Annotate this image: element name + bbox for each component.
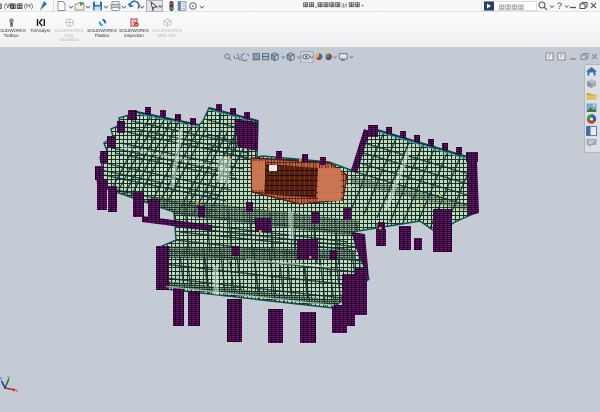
svg-text:x: x	[16, 388, 19, 393]
svg-text:?: ?	[557, 1, 562, 11]
svg-text:z: z	[0, 376, 3, 381]
svg-text:3#: 3#	[341, 3, 348, 9]
svg-text:y: y	[8, 375, 11, 380]
svg-text:*: *	[361, 4, 364, 9]
